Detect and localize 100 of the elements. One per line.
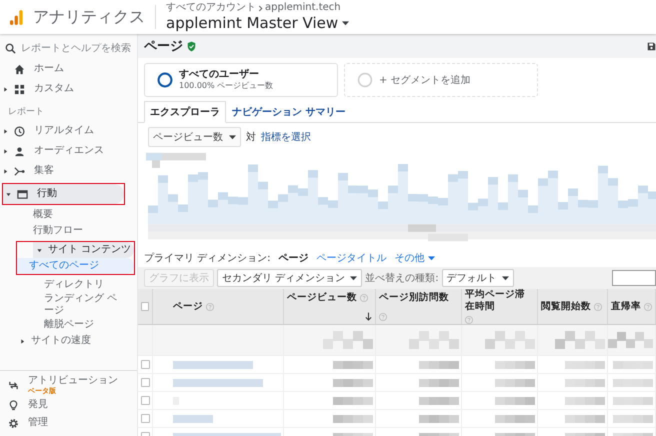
- nav-item[interactable]: 管理: [0, 414, 137, 432]
- nav-item[interactable]: リアルタイム: [0, 121, 125, 141]
- table-search-field[interactable]: [612, 270, 656, 286]
- app-name: アナリティクス: [33, 6, 145, 28]
- sort-type-label: 並べ替えの種類:: [365, 272, 439, 285]
- column-header[interactable]: 直帰率: [608, 289, 656, 324]
- nav-item[interactable]: 行動: [3, 184, 124, 204]
- person-icon: [14, 146, 25, 156]
- lightbulb-icon: [8, 400, 19, 410]
- nav-label: 発見: [28, 399, 49, 411]
- pixelated-value-drawing: [495, 378, 535, 386]
- pixelated-value-drawing: [608, 331, 653, 349]
- pixelated-value-drawing: [495, 360, 535, 368]
- caret-icon: [229, 134, 236, 140]
- nav-item[interactable]: サイトの速度: [16, 333, 125, 349]
- page-title: ページ: [144, 38, 183, 55]
- caret-icon: [428, 256, 435, 260]
- segment-title: すべてのユーザー: [179, 69, 260, 81]
- nav-item[interactable]: 行動フロー: [0, 223, 125, 239]
- help-icon: [379, 313, 387, 321]
- column-header[interactable]: ページビュー数: [284, 289, 376, 324]
- versus-label: 対: [246, 130, 256, 144]
- caret-icon: [342, 20, 350, 26]
- pixelated-value-drawing: [333, 396, 373, 404]
- pixelated-value-drawing: [485, 331, 535, 349]
- column-label: 平均ページ滞在時間: [465, 289, 526, 313]
- segment-circle-icon: [157, 72, 173, 88]
- checkbox[interactable]: [141, 414, 150, 423]
- empty-circle-icon: [357, 72, 373, 88]
- caret-icon: [502, 276, 509, 280]
- pixelated-value-drawing: [613, 414, 653, 422]
- tab[interactable]: ナビゲーション サマリー: [226, 101, 352, 123]
- column-header[interactable]: ページ別訪問数: [376, 289, 462, 324]
- select-metric-link[interactable]: 指標を選択: [261, 130, 311, 144]
- column-header[interactable]: ページ: [153, 289, 284, 324]
- add-segment-label: + セグメントを追加: [379, 74, 471, 87]
- checkbox[interactable]: [141, 396, 150, 405]
- nav-label: 管理: [28, 417, 49, 429]
- nav-item[interactable]: ディレクトリ: [0, 277, 125, 293]
- pixelated-value-drawing: [555, 331, 605, 349]
- caret-icon: [350, 276, 358, 280]
- pixelated-value-drawing: [419, 360, 459, 368]
- dimension-link[interactable]: その他: [394, 251, 435, 265]
- tab[interactable]: エクスプローラ: [144, 101, 226, 123]
- breadcrumb-link[interactable]: applemint.tech: [265, 2, 341, 14]
- home-icon: [14, 64, 25, 74]
- pixelated-value-drawing: [409, 331, 459, 349]
- pixelated-value-drawing: [333, 378, 373, 386]
- dimension-label: プライマリ ディメンション:: [144, 252, 271, 265]
- save-icon[interactable]: [647, 42, 656, 50]
- segment-card[interactable]: すべてのユーザー 100.00% ページビュー数: [144, 63, 338, 97]
- settings-icon: [8, 418, 19, 428]
- dimension-link[interactable]: ページ: [278, 251, 309, 265]
- section-label: レポート: [7, 106, 45, 119]
- add-segment-card[interactable]: + セグメントを追加: [344, 63, 538, 97]
- nav-item[interactable]: すべてのページ: [17, 258, 134, 274]
- column-label: 閲覧開始数: [541, 300, 591, 312]
- swap-arrows-icon: [8, 380, 19, 391]
- help-icon: [206, 302, 214, 310]
- help-icon: [360, 294, 368, 302]
- nav-item[interactable]: ホーム: [0, 59, 125, 79]
- pixelated-value-drawing: [323, 331, 373, 349]
- pixelated-value-drawing: [565, 378, 605, 386]
- pixelated-value-drawing: [613, 360, 653, 368]
- pixelated-value-drawing: [333, 360, 373, 368]
- column-label: ページ別訪問数: [379, 292, 449, 304]
- pixelated-value-drawing: [495, 396, 535, 404]
- clock-icon: [14, 126, 25, 136]
- pixelated-value-drawing: [613, 378, 653, 386]
- metric-select[interactable]: ページビュー数: [148, 127, 241, 147]
- nav-label: アトリビューション: [28, 375, 119, 387]
- dimension-link[interactable]: ページタイトル: [316, 251, 387, 265]
- nav-item[interactable]: オーディエンス: [0, 141, 125, 161]
- segment-subtitle: 100.00% ページビュー数: [179, 81, 274, 91]
- help-icon: [594, 302, 602, 310]
- dashboard-icon: [14, 84, 25, 94]
- checkbox[interactable]: [141, 378, 150, 387]
- nav-item[interactable]: 離脱ページ: [0, 317, 125, 333]
- nav-item[interactable]: サイト コンテンツ: [33, 242, 134, 258]
- checkbox[interactable]: [141, 360, 150, 369]
- pixelated-link-drawing: [173, 414, 213, 422]
- nav-item[interactable]: カスタム: [0, 79, 125, 99]
- column-header[interactable]: 平均ページ滞在時間: [462, 289, 538, 324]
- view-selector[interactable]: applemint Master View: [166, 14, 350, 32]
- nav-item[interactable]: 発見: [0, 396, 137, 414]
- window-icon: [17, 188, 28, 200]
- nav-item[interactable]: 集客: [0, 161, 125, 181]
- pixelated-value-drawing: [419, 414, 459, 422]
- checkbox[interactable]: [141, 302, 149, 311]
- secondary-dimension-select[interactable]: セカンダリ ディメンション: [217, 269, 362, 287]
- pixelated-label-drawing: [146, 152, 206, 168]
- sort-type-select[interactable]: デフォルト: [442, 269, 514, 287]
- pixelated-value-drawing: [419, 378, 459, 386]
- column-header[interactable]: 閲覧開始数: [538, 289, 608, 324]
- pixelated-value-drawing: [565, 414, 605, 422]
- bar-chart-logo-icon: [10, 8, 23, 26]
- pixelated-value-drawing: [333, 414, 373, 422]
- breadcrumb-link[interactable]: すべてのアカウント: [166, 2, 256, 14]
- nav-item[interactable]: 概要: [0, 207, 125, 223]
- nav-item[interactable]: ランディング ページ: [0, 293, 125, 317]
